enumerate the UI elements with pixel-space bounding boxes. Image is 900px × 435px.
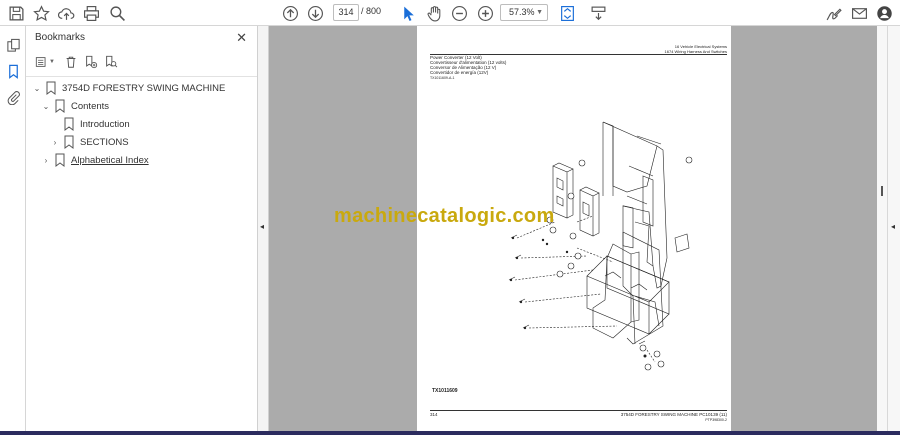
hand-tool-icon[interactable] bbox=[424, 3, 444, 23]
page-fit-icon[interactable] bbox=[557, 3, 577, 23]
chevron-right-icon[interactable]: › bbox=[49, 138, 61, 147]
bookmark-label: Alphabetical Index bbox=[71, 154, 149, 166]
page-footer-title: 3754D FORESTRY SWING MACHINE PC10139 (11… bbox=[620, 412, 727, 417]
zoom-out-icon[interactable] bbox=[449, 3, 469, 23]
zoom-in-icon[interactable] bbox=[475, 3, 495, 23]
panel-collapse-handle[interactable]: ◂ bbox=[258, 26, 269, 431]
bookmark-icon bbox=[64, 135, 74, 149]
bookmarks-panel: Bookmarks ✕ ▼ ⌄ 3754D FORESTRY SWING MAC… bbox=[26, 26, 258, 431]
page-number-input[interactable]: 314 bbox=[333, 4, 359, 21]
page-footer-number: 314 bbox=[430, 412, 438, 417]
main-toolbar: 314 / 800 57.3% ▼ bbox=[0, 0, 900, 26]
email-icon[interactable] bbox=[849, 3, 869, 23]
bookmark-icon bbox=[64, 117, 74, 131]
save-icon[interactable] bbox=[6, 3, 26, 23]
close-icon[interactable]: ✕ bbox=[236, 30, 247, 46]
collapse-arrow-icon[interactable]: ◂ bbox=[260, 222, 264, 231]
bookmark-label: 3754D FORESTRY SWING MACHINE bbox=[62, 82, 226, 94]
bookmark-item-contents[interactable]: ⌄ Contents bbox=[40, 98, 109, 114]
bookmark-search-icon[interactable] bbox=[103, 54, 119, 70]
print-icon[interactable] bbox=[81, 3, 101, 23]
bookmark-icon bbox=[55, 99, 65, 113]
watermark-text: machinecatalogic.com bbox=[334, 205, 555, 227]
zoom-level-value: 57.3% bbox=[509, 7, 535, 17]
right-panel-toggle[interactable]: ◂ bbox=[887, 26, 900, 431]
sign-icon[interactable] bbox=[823, 3, 843, 23]
delete-icon[interactable] bbox=[63, 54, 79, 70]
left-rail bbox=[0, 26, 26, 431]
exploded-parts-diagram bbox=[508, 121, 693, 371]
scrollbar-thumb[interactable] bbox=[881, 186, 883, 196]
bookmark-item-root[interactable]: ⌄ 3754D FORESTRY SWING MACHINE bbox=[31, 80, 225, 96]
chevron-down-icon[interactable]: ⌄ bbox=[31, 84, 43, 93]
footer-rule bbox=[430, 410, 727, 411]
document-viewer[interactable]: 16 Vehicle Electrical Systems 1674 Wirin… bbox=[269, 26, 877, 431]
bookmark-panel-icon[interactable] bbox=[4, 62, 22, 80]
bookmark-item-alphabetical-index[interactable]: › Alphabetical Index bbox=[40, 152, 149, 168]
bookmark-label: SECTIONS bbox=[80, 136, 129, 148]
zoom-level-select[interactable]: 57.3% ▼ bbox=[500, 4, 548, 21]
page-count: / 800 bbox=[361, 6, 382, 16]
figure-id-label: TX1011609 bbox=[432, 388, 458, 394]
vertical-scrollbar[interactable] bbox=[877, 26, 887, 431]
scroll-mode-icon[interactable] bbox=[588, 3, 608, 23]
bookmark-label: Contents bbox=[71, 100, 110, 112]
panel-divider bbox=[26, 76, 257, 77]
taskbar-strip bbox=[0, 431, 900, 435]
chevron-down-icon[interactable]: ▼ bbox=[48, 54, 56, 70]
next-page-icon[interactable] bbox=[305, 3, 325, 23]
bookmark-item-introduction[interactable]: Introduction bbox=[61, 116, 130, 132]
expand-arrow-icon[interactable]: ◂ bbox=[891, 222, 895, 231]
previous-page-icon[interactable] bbox=[280, 3, 300, 23]
chevron-down-icon: ▼ bbox=[536, 9, 543, 16]
star-icon[interactable] bbox=[31, 3, 51, 23]
chevron-down-icon[interactable]: ⌄ bbox=[40, 102, 52, 111]
bookmark-label: Introduction bbox=[80, 118, 130, 130]
page-footer-code: PTP398300-2 bbox=[705, 418, 727, 422]
bookmark-icon bbox=[46, 81, 56, 95]
account-icon[interactable] bbox=[874, 3, 894, 23]
select-cursor-icon[interactable] bbox=[398, 3, 418, 23]
new-bookmark-icon[interactable] bbox=[83, 54, 99, 70]
search-icon[interactable] bbox=[107, 3, 127, 23]
panel-title: Bookmarks bbox=[35, 32, 86, 43]
cloud-upload-icon[interactable] bbox=[56, 3, 76, 23]
pdf-page: 16 Vehicle Electrical Systems 1674 Wirin… bbox=[417, 26, 731, 431]
chevron-right-icon[interactable]: › bbox=[40, 156, 52, 165]
attachment-icon[interactable] bbox=[4, 88, 22, 106]
pages-thumbnail-icon[interactable] bbox=[4, 36, 22, 54]
bookmark-item-sections[interactable]: › SECTIONS bbox=[49, 134, 129, 150]
bookmark-icon bbox=[55, 153, 65, 167]
